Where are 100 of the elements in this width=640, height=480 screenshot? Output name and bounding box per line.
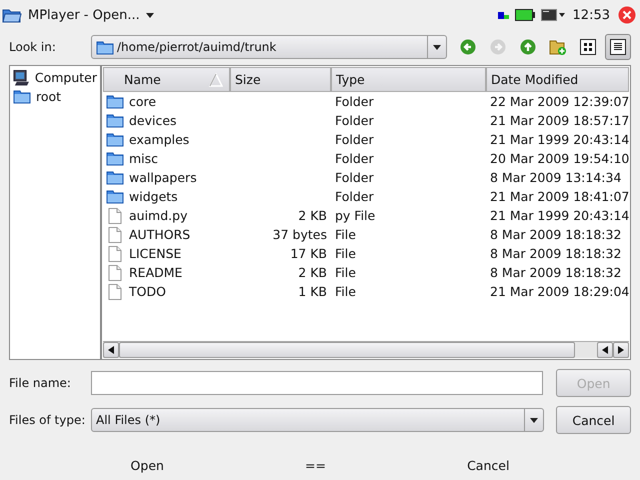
file-type-label: Files of type: [9, 413, 86, 427]
place-item[interactable]: Computer [13, 68, 97, 87]
folder-icon [13, 89, 31, 104]
horizontal-scrollbar[interactable] [103, 341, 630, 358]
type-cell-text: py File [334, 208, 376, 223]
type-cell-text: Folder [334, 94, 375, 109]
column-title: Date Modified [491, 72, 578, 87]
file-name-cell[interactable]: wallpapers [103, 170, 230, 185]
date-cell-text: 21 Mar 2009 18:41:07 [489, 189, 630, 204]
file-name: widgets [129, 189, 178, 204]
file-name-cell[interactable]: README [103, 264, 230, 280]
file-name-cell[interactable]: devices [103, 113, 230, 128]
folder-icon [96, 40, 114, 54]
window-title[interactable]: MPlayer - Open... [28, 8, 140, 22]
computer-icon [13, 68, 30, 86]
softkey[interactable]: == [305, 458, 326, 472]
softkey[interactable]: Cancel [467, 458, 510, 472]
file-name: examples [129, 132, 190, 147]
file-name: README [129, 265, 182, 280]
scroll-left-icon [108, 346, 114, 354]
scroll-left-icon [602, 346, 608, 354]
type-cell-text: File [334, 265, 357, 280]
folder-icon [106, 170, 124, 185]
file-name-cell[interactable]: examples [103, 132, 230, 147]
sort-triangle-icon [209, 73, 223, 87]
type-cell-text: Folder [334, 132, 375, 147]
type-cell-text: File [334, 284, 357, 299]
size-cell-text: 17 KB [289, 246, 328, 261]
date-cell-text: 8 Mar 2009 18:18:32 [489, 246, 622, 261]
column-title: Type [336, 72, 365, 87]
file-name-field[interactable] [91, 371, 544, 395]
caret-icon [530, 418, 538, 422]
place-item[interactable]: root [13, 87, 97, 106]
column-header[interactable]: Date Modified [486, 67, 630, 92]
file-name-label: File name: [9, 376, 72, 390]
size-cell-text: 37 bytes [272, 227, 328, 242]
date-cell-text: 21 Mar 1999 20:43:14 [489, 132, 630, 147]
file-name: AUTHORS [129, 227, 190, 242]
file-name: LICENSE [129, 246, 182, 261]
file-icon [106, 264, 124, 280]
type-cell-text: Folder [334, 189, 375, 204]
column-header[interactable]: Size [230, 67, 331, 92]
close-icon[interactable] [618, 6, 636, 24]
softkey[interactable]: Open [130, 458, 164, 472]
terminal-icon[interactable] [540, 9, 565, 21]
date-cell-text: 21 Mar 2009 18:57:17 [489, 113, 630, 128]
file-name-cell[interactable]: misc [103, 151, 230, 166]
file-name: core [129, 94, 156, 109]
size-cell-text: 2 KB [297, 265, 328, 280]
new-folder-icon [549, 38, 567, 56]
place-label: Computer [34, 70, 97, 85]
file-name: TODO [129, 284, 166, 299]
caret-icon[interactable] [146, 12, 154, 18]
file-name: devices [129, 113, 177, 128]
date-cell-text: 8 Mar 2009 13:14:34 [489, 170, 622, 185]
type-cell-text: Folder [334, 151, 375, 166]
battery-icon [514, 9, 535, 21]
file-name-cell[interactable]: AUTHORS [103, 226, 230, 242]
column-title: Name [124, 72, 161, 87]
file-icon [106, 284, 124, 300]
cancel-button[interactable]: Cancel [556, 406, 631, 434]
folder-icon [106, 151, 124, 166]
file-icon [106, 246, 124, 262]
date-cell-text: 8 Mar 2009 18:18:32 [489, 265, 622, 280]
list-icon [610, 39, 626, 55]
size-cell-text: 2 KB [297, 208, 328, 223]
look-in-dropdown[interactable]: /home/pierrot/auimd/trunk [91, 35, 447, 59]
file-icon [106, 208, 124, 224]
file-name: auimd.py [129, 208, 188, 223]
column-header[interactable]: Name [103, 67, 230, 92]
column-header[interactable]: Type [331, 67, 486, 92]
date-cell-text: 20 Mar 2009 19:54:10 [489, 151, 630, 166]
file-type-dropdown[interactable]: All Files (*) [91, 408, 544, 432]
type-cell-text: Folder [334, 113, 375, 128]
column-title: Size [235, 72, 261, 87]
type-cell-text: File [334, 227, 357, 242]
file-name: wallpapers [129, 170, 197, 185]
file-name-cell[interactable]: auimd.py [103, 208, 230, 224]
scroll-right-icon [618, 346, 624, 354]
date-cell-text: 21 Mar 2009 18:29:04 [489, 284, 630, 299]
signal-icon [498, 12, 509, 18]
place-label: root [36, 89, 62, 104]
folder-icon [106, 189, 124, 204]
folder-icon [106, 132, 124, 147]
caret-icon [433, 44, 441, 50]
clock: 12:53 [572, 8, 610, 22]
file-name: misc [129, 151, 158, 166]
type-cell-text: Folder [334, 170, 375, 185]
file-name-cell[interactable]: LICENSE [103, 246, 230, 262]
folder-icon [106, 94, 124, 109]
folder-icon [106, 113, 124, 128]
date-cell-text: 21 Mar 1999 20:43:14 [489, 208, 630, 223]
date-cell-text: 22 Mar 2009 12:39:07 [489, 94, 630, 109]
file-name-cell[interactable]: core [103, 94, 230, 109]
detail-view-button[interactable] [605, 34, 631, 60]
file-name-cell[interactable]: widgets [103, 189, 230, 204]
grid-icon [580, 39, 596, 55]
file-name-cell[interactable]: TODO [103, 284, 230, 300]
size-cell-text: 1 KB [297, 284, 328, 299]
type-cell-text: File [334, 246, 357, 261]
